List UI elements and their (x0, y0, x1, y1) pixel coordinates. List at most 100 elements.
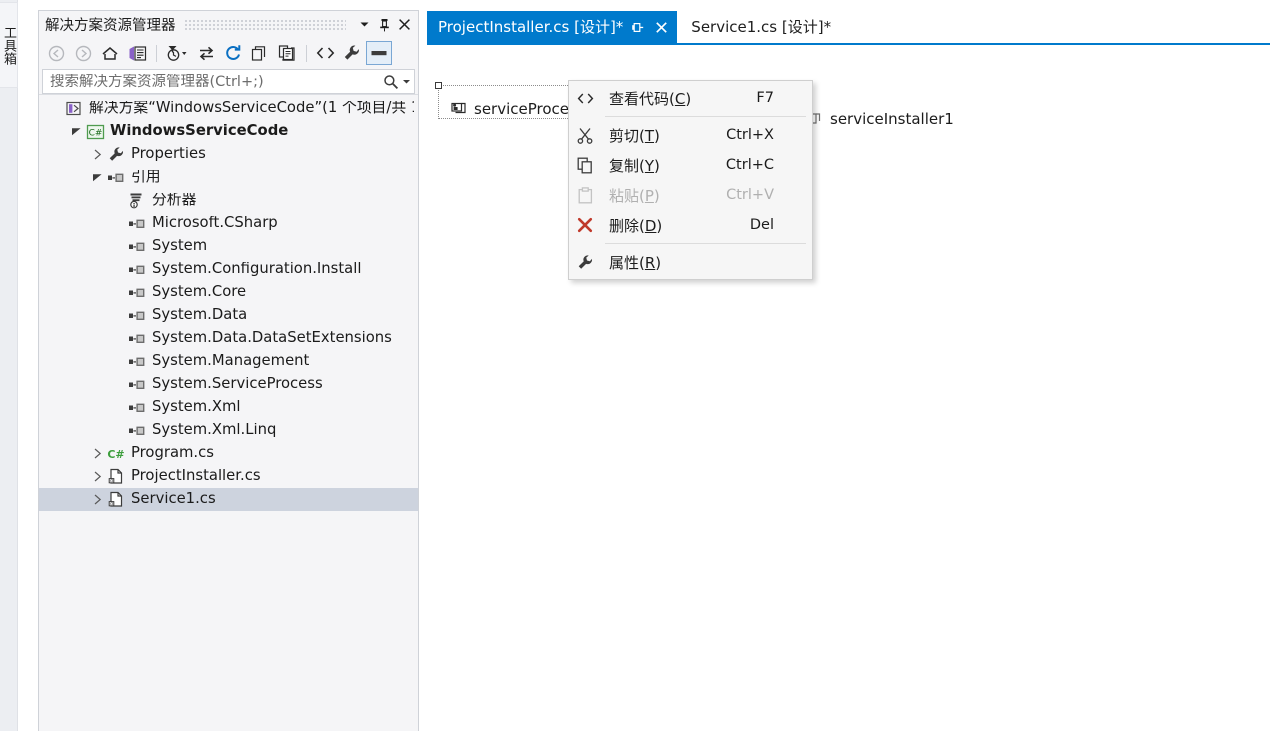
tree-item-label: System.Xml.Linq (152, 423, 277, 438)
solution-explorer-search[interactable] (42, 69, 415, 94)
tree-item-microsoft.csharp[interactable]: Microsoft.CSharp (39, 212, 418, 235)
tab-service1-designer[interactable]: Service1.cs [设计]* (677, 11, 846, 43)
autohide-tab-toolbox[interactable]: 工具箱 (0, 2, 18, 88)
label-accelerator: P (644, 186, 654, 205)
tree-item-system[interactable]: System (39, 235, 418, 258)
csharp-file-icon: C# (105, 443, 127, 465)
autohide-tab-toolbox-label: 工具箱 (1, 25, 16, 65)
collapse-all-icon[interactable] (247, 41, 273, 65)
solution-explorer-toolbar (39, 38, 418, 68)
tree-item-label: WindowsServiceCode (110, 124, 289, 139)
selection-handle-top-left[interactable] (435, 82, 442, 89)
tree-item-system.serviceprocess[interactable]: System.ServiceProcess (39, 373, 418, 396)
tree-item-label: System (152, 239, 208, 254)
autohide-tab-strip: 工具箱 (0, 0, 18, 731)
tab-title: ProjectInstaller.cs [设计]* (438, 17, 624, 36)
view-code-icon[interactable] (312, 41, 338, 65)
tree-item-service1.cs[interactable]: d Service1.cs (39, 488, 418, 511)
pin-icon[interactable] (374, 15, 394, 35)
context-menu-item-label: 复制(Y) (601, 155, 726, 176)
show-all-files-icon[interactable] (274, 41, 300, 65)
reference-icon (126, 351, 148, 373)
label-accelerator: R (644, 253, 656, 272)
chevron-right-icon[interactable] (89, 466, 105, 488)
context-menu-item-shortcut: Del (749, 217, 774, 233)
chevron-right-icon[interactable] (89, 144, 105, 166)
tree-expander-placeholder (110, 351, 126, 373)
label-text: 属性( (609, 253, 645, 272)
component-serviceInstaller1[interactable]: serviceInstaller1 (805, 110, 954, 128)
reference-icon (126, 328, 148, 350)
designer-file-icon: d (105, 489, 127, 511)
context-menu-item-label: 剪切(T) (601, 125, 726, 146)
label-text: 删除( (609, 216, 645, 235)
context-menu-item-view-code[interactable]: 查看代码(C) F7 (569, 83, 812, 113)
tree-item-system.configuration.install[interactable]: System.Configuration.Install (39, 258, 418, 281)
tree-item-windowsservicecode[interactable]: C# WindowsServiceCode (39, 120, 418, 143)
label-accelerator: C (674, 89, 686, 108)
label-text: 复制( (609, 156, 645, 175)
pending-changes-filter-icon[interactable] (162, 41, 192, 65)
tab-close-icon[interactable] (652, 17, 671, 37)
designer-surface[interactable]: serviceProcessInstaller1 serviceInstalle… (427, 45, 1270, 731)
context-menu-item-cut[interactable]: 剪切(T) Ctrl+X (569, 120, 812, 150)
tab-pin-icon[interactable] (628, 17, 647, 37)
label-text-suffix: ) (685, 89, 692, 108)
tree-item-system.data[interactable]: System.Data (39, 304, 418, 327)
chevron-down-icon[interactable] (354, 15, 374, 35)
home-icon[interactable] (97, 41, 123, 65)
sync-with-active-document-icon[interactable] (193, 41, 219, 65)
tree-expander-placeholder (110, 282, 126, 304)
tree-item-projectinstaller.cs[interactable]: d ProjectInstaller.cs (39, 465, 418, 488)
refresh-icon[interactable] (220, 41, 246, 65)
context-menu-item-delete[interactable]: 删除(D) Del (569, 210, 812, 240)
label-text: 查看代码( (609, 89, 675, 108)
chevron-down-icon[interactable] (89, 167, 105, 189)
tree-item-[interactable]: 分析器 (39, 189, 418, 212)
preview-selected-items-icon[interactable] (366, 41, 392, 65)
chevron-right-icon[interactable] (89, 489, 105, 511)
context-menu-separator (605, 243, 806, 244)
tree-expander-placeholder (110, 397, 126, 419)
tree-item-label: 解决方案“WindowsServiceCode”(1 个项目/共 1 个 (89, 101, 414, 116)
tree-item-label: System.Configuration.Install (152, 262, 362, 277)
forward-icon[interactable] (70, 41, 96, 65)
context-menu-item-properties[interactable]: 属性(R) (569, 247, 812, 277)
back-icon[interactable] (43, 41, 69, 65)
tab-projectinstaller-designer[interactable]: ProjectInstaller.cs [设计]* (427, 11, 678, 43)
titlebar-drag-handle[interactable] (183, 18, 346, 31)
scissors-icon (569, 120, 601, 150)
context-menu-item-copy[interactable]: 复制(Y) Ctrl+C (569, 150, 812, 180)
close-icon[interactable] (394, 15, 414, 35)
label-text: 粘贴( (609, 186, 645, 205)
tree-expander-placeholder (110, 190, 126, 212)
tree-item-system.core[interactable]: System.Core (39, 281, 418, 304)
context-menu-item-shortcut: Ctrl+C (725, 157, 774, 173)
tree-item-system.data.datasetextensions[interactable]: System.Data.DataSetExtensions (39, 327, 418, 350)
chevron-right-icon[interactable] (89, 443, 105, 465)
tree-item-system.xml[interactable]: System.Xml (39, 396, 418, 419)
tree-item-windowsservicecode-1-1[interactable]: 解决方案“WindowsServiceCode”(1 个项目/共 1 个 (39, 97, 418, 120)
tree-item-system.xml.linq[interactable]: System.Xml.Linq (39, 419, 418, 442)
tree-item-[interactable]: 引用 (39, 166, 418, 189)
tree-item-program.cs[interactable]: C# Program.cs (39, 442, 418, 465)
search-icon[interactable] (381, 72, 401, 92)
tree-item-properties[interactable]: Properties (39, 143, 418, 166)
solution-explorer-title: 解决方案资源管理器 (45, 18, 176, 34)
search-input[interactable] (50, 73, 381, 90)
solution-explorer-view-icon[interactable] (124, 41, 150, 65)
chevron-down-icon[interactable] (68, 121, 84, 143)
reference-icon (126, 282, 148, 304)
tree-item-label: System.Core (152, 285, 247, 300)
search-dropdown-chevron-icon[interactable] (401, 72, 411, 92)
context-menu-separator (605, 116, 806, 117)
tree-item-system.management[interactable]: System.Management (39, 350, 418, 373)
properties-wrench-icon[interactable] (339, 41, 365, 65)
